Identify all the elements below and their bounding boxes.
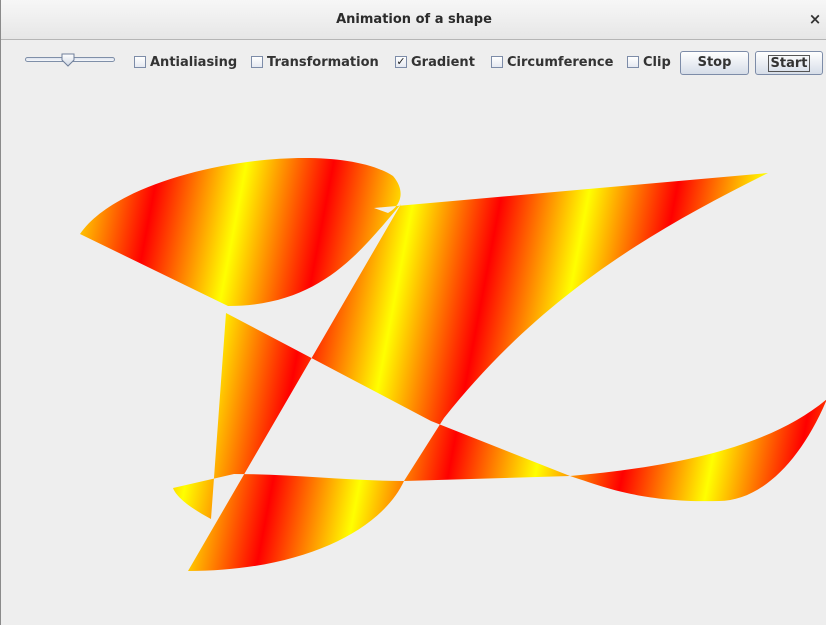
checkbox-label: Antialiasing xyxy=(150,54,238,70)
checkbox-box[interactable] xyxy=(134,56,146,68)
circumference-checkbox[interactable]: Circumference xyxy=(491,54,613,70)
clip-checkbox[interactable]: Clip xyxy=(627,54,671,70)
animation-canvas xyxy=(80,158,826,571)
slider-thumb[interactable] xyxy=(61,53,75,67)
window-title: Animation of a shape xyxy=(336,12,492,27)
toolbar: Antialiasing Transformation ✓ Gradient C… xyxy=(1,41,826,81)
gradient-checkbox[interactable]: ✓ Gradient xyxy=(395,54,475,70)
checkbox-box[interactable] xyxy=(251,56,263,68)
animated-shape xyxy=(80,158,826,571)
start-button[interactable]: Start xyxy=(755,51,823,75)
stop-button-label: Stop xyxy=(697,55,732,70)
checkbox-box[interactable] xyxy=(491,56,503,68)
stop-button[interactable]: Stop xyxy=(680,51,749,75)
antialiasing-checkbox[interactable]: Antialiasing xyxy=(134,54,237,70)
start-button-label: Start xyxy=(767,55,811,72)
close-icon[interactable]: × xyxy=(807,10,823,28)
checkbox-label: Gradient xyxy=(411,54,475,70)
transformation-checkbox[interactable]: Transformation xyxy=(251,54,379,70)
speed-slider[interactable] xyxy=(25,53,115,67)
checkbox-box-checked[interactable]: ✓ xyxy=(395,56,407,68)
title-bar[interactable]: Animation of a shape × xyxy=(1,0,826,40)
app-window: Animation of a shape × Antialiasing Tran… xyxy=(0,0,826,625)
checkbox-label: Clip xyxy=(643,54,671,70)
checkbox-label: Circumference xyxy=(507,54,614,70)
checkbox-box[interactable] xyxy=(627,56,639,68)
checkbox-label: Transformation xyxy=(267,54,379,70)
